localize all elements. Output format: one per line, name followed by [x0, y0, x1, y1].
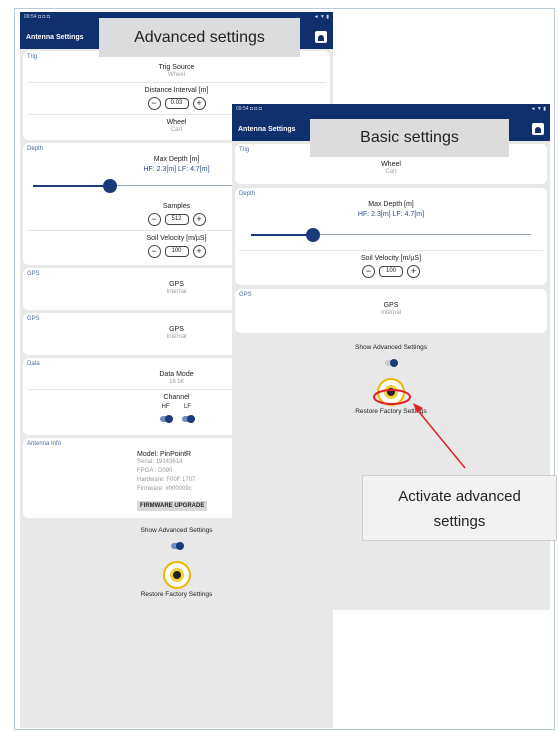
activate-advanced-callout: Activate advanced settings — [362, 475, 557, 541]
highlight-ellipse — [373, 389, 411, 405]
arrow-line — [414, 406, 466, 469]
arrow-head — [413, 403, 423, 413]
callout-text: Activate advanced settings — [398, 488, 521, 530]
annotation-arrow — [373, 389, 466, 469]
